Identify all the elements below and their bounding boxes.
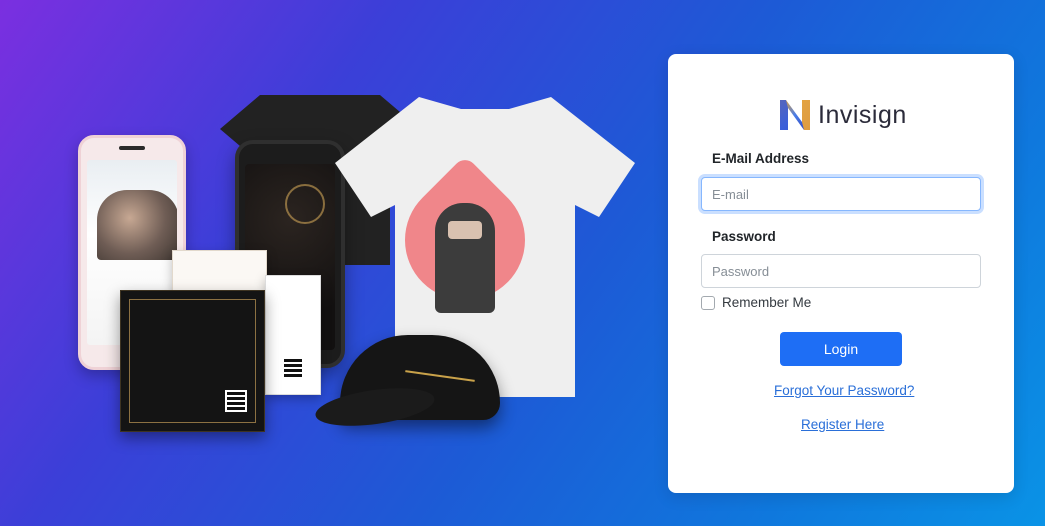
brand-name: Invisign (818, 100, 907, 129)
ornament-icon (285, 184, 325, 224)
forgot-password-link[interactable]: Forgot Your Password? (774, 383, 914, 398)
register-link[interactable]: Register Here (801, 417, 884, 432)
remember-checkbox[interactable] (701, 295, 715, 310)
character-print-icon (435, 203, 495, 313)
hero-product-collage (60, 85, 650, 445)
login-card: Invisign E-Mail Address Password Remembe… (668, 54, 1014, 493)
login-button[interactable]: Login (780, 332, 902, 366)
brand: Invisign (776, 96, 907, 134)
remember-me[interactable]: Remember Me (701, 295, 811, 310)
invisign-logo-icon (780, 100, 810, 130)
email-label: E-Mail Address (712, 151, 810, 166)
couple-photo (97, 190, 177, 260)
phone-speaker (119, 146, 145, 150)
qr-code-icon (282, 357, 304, 379)
qr-code-icon (225, 390, 247, 412)
cap-brim (313, 381, 437, 433)
password-label: Password (712, 229, 776, 244)
remember-label: Remember Me (722, 295, 812, 310)
email-field[interactable] (701, 177, 981, 211)
password-field[interactable] (701, 254, 981, 288)
character-face (448, 221, 482, 239)
